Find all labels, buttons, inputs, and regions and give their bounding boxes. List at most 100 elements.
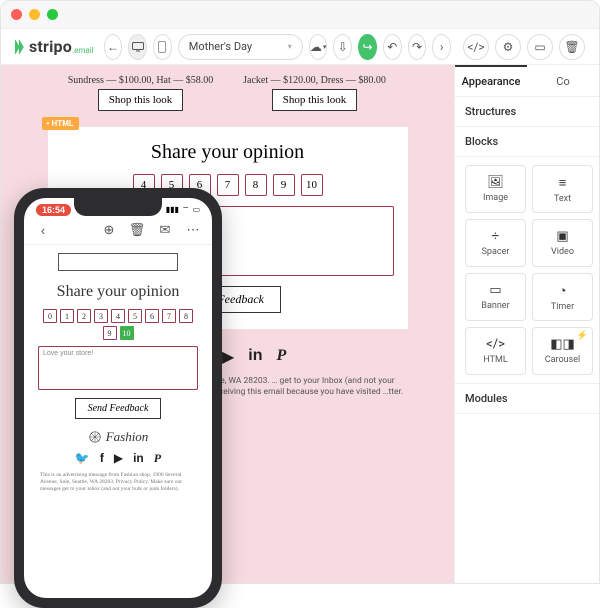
fashion-logo-icon	[88, 430, 102, 444]
export-icon: ↪	[363, 40, 373, 54]
right-tools: </> ⚙ ▭ 🗑	[463, 34, 589, 60]
section-blocks[interactable]: Blocks	[455, 127, 599, 157]
rating-option[interactable]: 4	[111, 309, 125, 323]
desktop-view-button[interactable]	[128, 34, 147, 60]
brand-logo: stripo .email	[11, 37, 94, 56]
twitter-icon[interactable]: 🐦	[75, 451, 90, 466]
phone-opinion-title: Share your opinion	[38, 283, 198, 301]
opinion-title: Share your opinion	[62, 141, 394, 164]
status-time: 16:54	[36, 204, 71, 216]
block-carousel[interactable]: ⚡◧◨Carousel	[532, 327, 593, 375]
carousel-icon: ◧◨	[550, 337, 575, 352]
block-html[interactable]: </> HTML	[465, 327, 526, 375]
facebook-icon[interactable]: f	[100, 451, 104, 466]
undo-button[interactable]: ↶	[383, 34, 402, 60]
code-icon: </>	[486, 337, 505, 352]
block-image[interactable]: 🖼 Image	[465, 165, 526, 213]
battery-icon: ▭	[192, 205, 200, 215]
rating-option[interactable]: 6	[145, 309, 159, 323]
download-button[interactable]: ⇩	[333, 34, 352, 60]
chevron-right-icon: ›	[440, 40, 444, 54]
mobile-icon	[158, 41, 166, 53]
shop-look-button[interactable]: Shop this look	[272, 89, 358, 111]
phone-shop-placeholder	[58, 253, 178, 271]
rating-option-selected[interactable]: 10	[120, 326, 134, 340]
tab-content[interactable]: Co	[527, 65, 599, 96]
youtube-icon[interactable]: ▶	[222, 347, 234, 366]
phone-rating-scale: 0 1 2 3 4 5 6 7 8 9 10	[38, 309, 198, 340]
timer-icon: ◔	[559, 283, 567, 299]
block-label: Image	[483, 193, 508, 203]
section-modules[interactable]: Modules	[455, 383, 599, 414]
product-block: Jacket — $120.00, Dress — $80.00 Shop th…	[240, 75, 390, 111]
rating-option[interactable]: 3	[94, 309, 108, 323]
window-zoom-button[interactable]	[47, 9, 58, 20]
back-icon[interactable]: ‹	[34, 223, 52, 238]
code-view-button[interactable]: </>	[463, 34, 489, 60]
trash-icon[interactable]: 🗑	[128, 222, 146, 238]
project-select[interactable]: Mother's Day ▾	[178, 34, 303, 60]
redo-button[interactable]: ↷	[408, 34, 427, 60]
phone-screen: 16:54 ▮▮▮ ⌔ ▭ ‹ ⊕ 🗑 ✉ ⋯ Share your opini…	[24, 198, 212, 598]
export-button[interactable]: ↪	[358, 34, 377, 60]
wifi-icon: ⌔	[182, 205, 190, 215]
desktop-icon	[132, 42, 144, 52]
block-label: HTML	[483, 355, 507, 365]
rating-option[interactable]: 9	[273, 174, 295, 196]
gear-icon: ⚙	[503, 40, 514, 54]
rating-option[interactable]: 8	[245, 174, 267, 196]
phone-footer-text: This is an advertising message from Fash…	[38, 472, 198, 493]
rating-option[interactable]: 2	[77, 309, 91, 323]
tab-appearance[interactable]: Appearance	[455, 65, 527, 96]
phone-socials: 🐦 f ▶ in P	[38, 451, 198, 466]
phone-body: Share your opinion 0 1 2 3 4 5 6 7 8 9 1…	[24, 245, 212, 493]
new-icon[interactable]: ⊕	[100, 222, 118, 238]
status-icons: ▮▮▮ ⌔ ▭	[166, 205, 200, 215]
pinterest-icon[interactable]: P	[154, 451, 161, 466]
window-minimize-button[interactable]	[29, 9, 40, 20]
youtube-icon[interactable]: ▶	[114, 451, 123, 466]
shop-look-button[interactable]: Shop this look	[98, 89, 184, 111]
rating-option[interactable]: 7	[162, 309, 176, 323]
cloud-button[interactable]: ☁ ▾	[309, 34, 328, 60]
banner-icon: ▭	[489, 283, 501, 298]
block-banner[interactable]: ▭ Banner	[465, 273, 526, 321]
delete-button[interactable]: 🗑	[559, 34, 585, 60]
panel-tabs: Appearance Co	[455, 65, 599, 97]
block-label: Banner	[481, 301, 509, 311]
mail-icon[interactable]: ✉	[156, 222, 174, 238]
rating-option[interactable]: 1	[60, 309, 74, 323]
rating-option[interactable]: 0	[43, 309, 57, 323]
linkedin-icon[interactable]: in	[133, 451, 144, 466]
product-row: Sundress — $100.00, Hat — $58.00 Shop th…	[15, 75, 440, 111]
rating-option[interactable]: 7	[217, 174, 239, 196]
pinterest-icon[interactable]: P	[277, 347, 287, 366]
undo-icon: ↶	[387, 40, 397, 54]
block-label: Video	[551, 247, 574, 257]
video-icon: ▣	[556, 229, 568, 244]
block-video[interactable]: ▣ Video	[532, 219, 593, 267]
rating-option[interactable]: 8	[179, 309, 193, 323]
rating-option[interactable]: 5	[128, 309, 142, 323]
linkedin-icon[interactable]: in	[248, 347, 262, 366]
rating-option[interactable]: 9	[103, 326, 117, 340]
settings-button[interactable]: ⚙	[495, 34, 521, 60]
spacer-icon: ÷	[492, 229, 499, 244]
back-button[interactable]: ←	[104, 34, 123, 60]
phone-icon: ▭	[534, 40, 545, 54]
block-spacer[interactable]: ÷Spacer	[465, 219, 526, 267]
device-preview-button[interactable]: ▭	[527, 34, 553, 60]
more-button[interactable]: ›	[432, 34, 451, 60]
phone-send-button[interactable]: Send Feedback	[75, 398, 162, 419]
window-close-button[interactable]	[11, 9, 22, 20]
phone-feedback-textarea[interactable]: Love your store!	[38, 346, 198, 390]
image-icon: 🖼	[487, 175, 504, 190]
project-name: Mother's Day	[189, 40, 252, 53]
block-text[interactable]: ≡Text	[532, 165, 593, 213]
block-timer[interactable]: ◔Timer	[532, 273, 593, 321]
mobile-view-button[interactable]	[153, 34, 172, 60]
more-icon[interactable]: ⋯	[184, 222, 202, 238]
rating-option[interactable]: 10	[301, 174, 323, 196]
section-structures[interactable]: Structures	[455, 97, 599, 127]
trash-icon: 🗑	[564, 40, 579, 54]
